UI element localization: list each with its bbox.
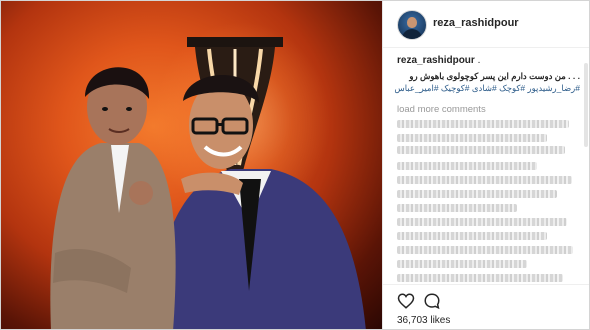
caption-username[interactable]: reza_rashidpour . xyxy=(397,55,582,66)
comment-row xyxy=(397,134,547,142)
caption-hashtags[interactable]: #رضا_رشیدپور #کوچک #شادی #کوچیک #امیر_عب… xyxy=(394,83,580,94)
comment-row xyxy=(397,260,527,268)
caption-text: . . . من دوست دارم این پسر کوچولوی باهوش… xyxy=(409,71,580,81)
comment-row xyxy=(397,218,567,226)
avatar[interactable] xyxy=(397,10,427,40)
comment-row xyxy=(397,246,573,254)
post-actions: 36,703 likes xyxy=(383,284,589,329)
heart-icon[interactable] xyxy=(397,292,415,310)
comment-row xyxy=(397,232,547,240)
post-header: reza_rashidpour xyxy=(383,1,589,48)
caption: reza_rashidpour . xyxy=(397,55,582,66)
likes-count[interactable]: 36,703 likes xyxy=(397,315,450,326)
comment-row xyxy=(397,176,572,184)
comment-row xyxy=(397,274,563,282)
comment-row xyxy=(397,162,537,170)
comment-bubble-icon[interactable] xyxy=(423,292,441,310)
header-username[interactable]: reza_rashidpour xyxy=(433,17,519,29)
comment-row xyxy=(397,120,569,128)
post-side-panel: reza_rashidpour reza_rashidpour . . . . … xyxy=(382,1,589,329)
load-more-comments-link[interactable]: load more comments xyxy=(397,104,486,115)
scrollbar[interactable] xyxy=(584,63,588,147)
comment-row xyxy=(397,204,517,212)
comment-row xyxy=(397,190,557,198)
instagram-post-window: reza_rashidpour reza_rashidpour . . . . … xyxy=(0,0,590,330)
comment-row xyxy=(397,146,565,154)
post-photo xyxy=(1,1,382,329)
boy-figure xyxy=(50,67,176,329)
